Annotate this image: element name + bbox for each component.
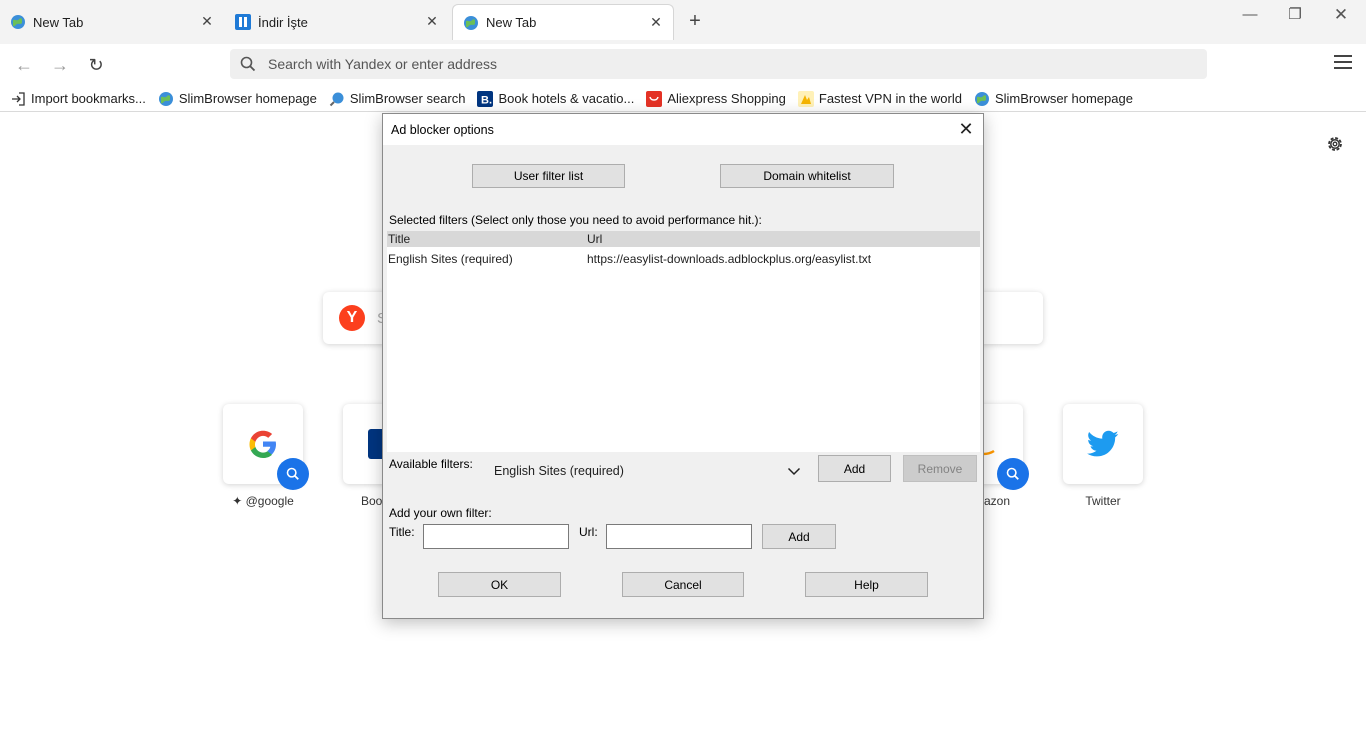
minimize-icon[interactable]: — [1235,4,1265,26]
chevron-down-icon [787,467,801,476]
aliexpress-icon [646,90,663,107]
vpn-icon [797,90,814,107]
filter-title-field[interactable] [423,524,569,549]
booking-icon: B. [477,90,494,107]
add-filter-button[interactable]: Add [818,455,891,482]
tab-title: İndir İşte [258,14,308,30]
search-globe-icon [329,92,344,106]
bookmark-slimbrowser-homepage[interactable]: SlimBrowser homepage [158,91,317,107]
bookmark-aliexpress[interactable]: Aliexpress Shopping [646,90,786,107]
svg-text:B.: B. [481,94,492,106]
cancel-button[interactable]: Cancel [622,572,744,597]
back-arrow-icon[interactable]: ← [12,53,36,77]
import-icon [12,91,25,106]
ok-button[interactable]: OK [438,572,561,597]
selected-filters-list[interactable]: Title Url English Sites (required) https… [387,231,980,452]
ad-blocker-options-dialog: Ad blocker options ✕ User filter list Do… [382,113,984,619]
search-icon [240,56,256,72]
close-tab-icon[interactable]: ✕ [425,14,439,28]
globe-icon [158,91,173,106]
globe-icon [464,15,478,30]
bookmark-booking[interactable]: B. Book hotels & vacatio... [477,90,634,107]
bookmark-slimbrowser-homepage-2[interactable]: SlimBrowser homepage [974,91,1133,107]
tile-search-badge-icon[interactable] [277,458,309,490]
row-title: English Sites (required) [388,252,513,266]
twitter-bird-icon [1087,430,1119,457]
forward-arrow-icon[interactable]: → [48,53,72,77]
own-filter-label: Add your own filter: [389,506,492,520]
filter-title-input[interactable] [424,525,568,548]
remove-filter-button[interactable]: Remove [903,455,977,482]
yandex-logo-icon: Y [339,305,365,331]
dialog-title: Ad blocker options [391,122,494,137]
address-bar[interactable] [230,49,1207,79]
column-header-url[interactable]: Url [587,231,980,247]
available-filters-selected: English Sites (required) [494,464,624,478]
dialog-close-icon[interactable]: ✕ [957,120,975,138]
close-tab-icon[interactable]: ✕ [200,14,214,28]
bookmarks-bar: Import bookmarks... SlimBrowser homepage… [0,86,1366,112]
available-filters-label: Available filters: [389,457,473,471]
tab-indir-iste[interactable]: İndir İşte ✕ [225,4,449,40]
reload-icon[interactable]: ↻ [84,53,108,77]
tile-search-badge-icon[interactable] [997,458,1029,490]
google-logo-icon [249,430,276,458]
filter-url-input[interactable] [607,525,751,548]
column-header-title[interactable]: Title [387,231,587,247]
bookmark-import[interactable]: Import bookmarks... [10,91,146,107]
restore-icon[interactable]: ❐ [1280,4,1310,26]
domain-whitelist-button[interactable]: Domain whitelist [720,164,894,188]
user-filter-list-button[interactable]: User filter list [472,164,625,188]
tab-new-tab-active[interactable]: New Tab ✕ [452,4,674,40]
tab-title: New Tab [486,15,537,30]
globe-icon [974,91,989,106]
list-header: Title Url [387,231,980,247]
close-tab-icon[interactable]: ✕ [649,15,663,29]
url-field-label: Url: [579,525,598,539]
gear-icon[interactable] [1325,134,1345,154]
indir-iste-favicon-icon [235,14,251,30]
address-input[interactable] [268,56,1168,72]
tile-label-twitter: Twitter [1085,494,1121,508]
tile-twitter[interactable] [1063,404,1143,484]
help-button[interactable]: Help [805,572,928,597]
dialog-titlebar: Ad blocker options ✕ [383,114,983,145]
row-url: https://easylist-downloads.adblockplus.o… [587,252,872,266]
bookmark-vpn[interactable]: Fastest VPN in the world [797,90,962,107]
filter-url-field[interactable] [606,524,752,549]
tile-label-booking: Boo [361,494,383,508]
bookmark-slimbrowser-search[interactable]: SlimBrowser search [329,91,465,107]
hamburger-menu-icon[interactable] [1334,55,1352,71]
pin-icon: ✦ [232,494,243,508]
tab-title: New Tab [33,14,84,30]
title-field-label: Title: [389,525,415,539]
window-close-icon[interactable]: ✕ [1326,4,1356,26]
tab-new-tab-1[interactable]: New Tab ✕ [0,4,224,40]
available-filters-dropdown[interactable]: English Sites (required) [491,457,807,485]
tile-label-google: ✦ @google [232,494,294,508]
tab-strip: New Tab ✕ İndir İşte ✕ New Tab ✕ + — ❐ ✕ [0,0,1366,44]
selected-filters-label: Selected filters (Select only those you … [389,213,762,227]
table-row[interactable]: English Sites (required) https://easylis… [387,249,980,269]
navigation-toolbar: ← → ↻ [0,44,1366,84]
add-own-filter-button[interactable]: Add [762,524,836,549]
globe-icon [11,15,25,29]
new-tab-plus-icon[interactable]: + [684,11,706,33]
